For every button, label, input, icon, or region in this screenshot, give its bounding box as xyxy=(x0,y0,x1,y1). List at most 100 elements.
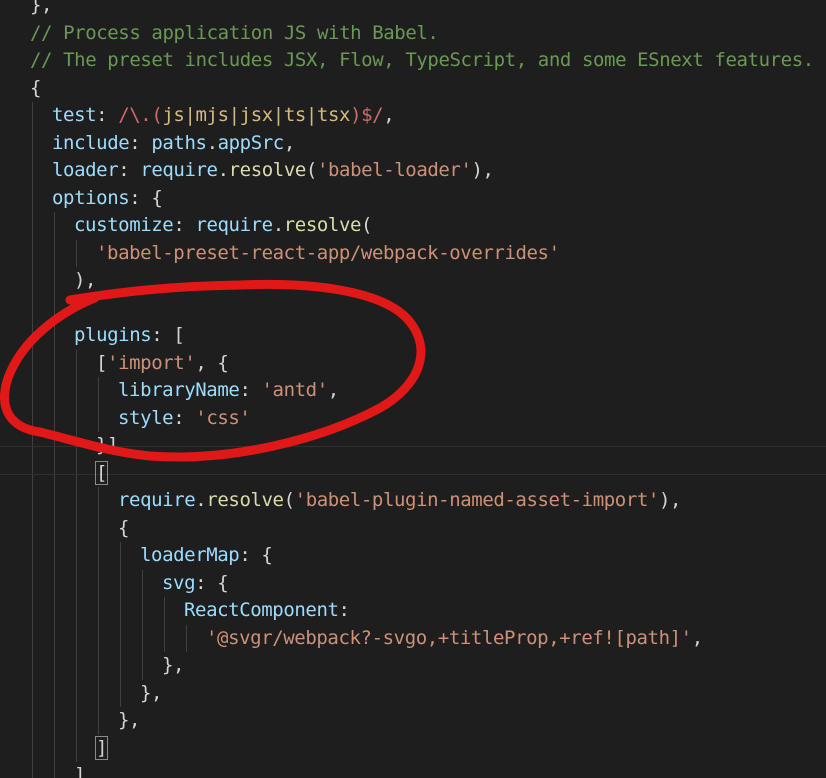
code-token: . xyxy=(206,131,218,154)
code-token: : [ xyxy=(151,324,185,346)
code-editor[interactable]: }, // Process application JS with Babel. /… xyxy=(0,0,826,778)
code-token: svg xyxy=(162,571,196,594)
code-line[interactable]: customize: require.resolve( xyxy=(74,212,372,240)
code-token: 'css' xyxy=(195,406,251,429)
code-line[interactable]: plugins: [ xyxy=(74,322,185,350)
code-line[interactable]: require.resolve('babel-plugin-named-asse… xyxy=(118,487,681,515)
code-token: . xyxy=(217,159,229,181)
code-token: // The preset includes JSX, Flow, TypeSc… xyxy=(30,49,814,71)
code-token: { xyxy=(30,76,42,99)
code-token: 'import' xyxy=(107,351,196,374)
code-token: include xyxy=(52,131,130,154)
code-line[interactable]: }, xyxy=(118,707,140,735)
code-token: '@svgr/webpack?-svgo,+titleProp,+ref![pa… xyxy=(206,626,692,649)
code-token: , xyxy=(691,626,703,649)
code-line[interactable]: ReactComponent: xyxy=(184,597,350,625)
code-line[interactable]: svg: { xyxy=(162,570,229,598)
indent-guide xyxy=(54,212,55,778)
code-token: : { xyxy=(129,186,163,209)
code-token: test xyxy=(52,104,97,126)
code-line[interactable]: // The preset includes JSX, Flow, TypeSc… xyxy=(30,47,814,75)
code-line[interactable]: [ xyxy=(94,460,109,488)
indent-guide xyxy=(76,239,77,267)
code-token: }, xyxy=(30,0,53,16)
code-token: customize xyxy=(74,214,174,236)
code-line[interactable]: ['import', { xyxy=(96,350,229,378)
code-line[interactable]: libraryName: 'antd', xyxy=(118,377,339,405)
code-token: , xyxy=(283,131,295,154)
code-token: 'babel-loader' xyxy=(316,159,472,181)
code-token: ), xyxy=(658,489,682,511)
code-token: : xyxy=(239,379,262,401)
code-token: , { xyxy=(195,351,229,374)
code-line[interactable]: 'babel-preset-react-app/webpack-override… xyxy=(96,240,560,268)
code-token: resolve xyxy=(283,214,362,236)
indent-guide xyxy=(120,542,121,707)
code-token: : xyxy=(118,159,141,181)
code-token: }], xyxy=(96,434,130,456)
code-token: : { xyxy=(239,544,273,566)
code-token: ( xyxy=(361,214,373,236)
code-token: : xyxy=(96,104,119,126)
code-token: ] xyxy=(94,735,109,760)
code-token: appSrc xyxy=(217,131,285,154)
indent-guide xyxy=(76,349,77,762)
code-line[interactable]: }, xyxy=(30,0,52,20)
code-line[interactable]: }, xyxy=(162,652,184,680)
code-token: . xyxy=(272,214,284,236)
code-token: : { xyxy=(195,571,229,594)
code-token: ( xyxy=(283,489,295,511)
code-token: ReactComponent xyxy=(184,599,339,621)
code-token: , xyxy=(327,379,339,401)
code-token: /\.( xyxy=(118,104,163,126)
code-token: libraryName xyxy=(118,379,240,401)
code-line[interactable]: ), xyxy=(74,267,96,295)
code-line[interactable]: options: { xyxy=(52,185,163,213)
code-token: plugins xyxy=(74,324,152,346)
code-token: 'antd' xyxy=(261,379,329,401)
code-line[interactable]: include: paths.appSrc, xyxy=(52,130,295,158)
code-token: }, xyxy=(162,654,185,676)
code-line[interactable]: ] xyxy=(94,735,109,763)
indent-guide xyxy=(98,377,99,432)
code-line[interactable]: { xyxy=(30,75,41,103)
code-token: 'babel-preset-react-app/webpack-override… xyxy=(96,241,560,264)
indent-guide xyxy=(142,569,143,680)
code-token: js|mjs|jsx|ts|tsx xyxy=(162,104,351,126)
code-token: resolve xyxy=(206,489,284,511)
code-token: [ xyxy=(94,460,109,485)
code-token: paths xyxy=(151,131,207,154)
code-token: [ xyxy=(96,351,108,374)
indent-guide xyxy=(186,624,187,652)
code-line[interactable]: loaderMap: { xyxy=(140,542,273,570)
code-line[interactable]: { xyxy=(118,515,129,543)
code-token: , xyxy=(383,104,395,126)
code-token: style xyxy=(118,406,174,429)
code-token: loader xyxy=(52,159,119,181)
code-token: resolve xyxy=(228,159,307,181)
code-line[interactable]: ], xyxy=(74,762,96,778)
code-line[interactable]: style: 'css' xyxy=(118,405,251,433)
code-token: { xyxy=(118,516,130,539)
code-token: require xyxy=(195,214,273,236)
code-token: : xyxy=(173,214,196,236)
code-token: : xyxy=(173,406,196,429)
code-line[interactable]: }], xyxy=(96,432,130,460)
code-token: )$/ xyxy=(350,104,384,126)
code-line[interactable]: loader: require.resolve('babel-loader'), xyxy=(52,157,494,185)
code-token: ], xyxy=(74,764,97,778)
indent-guide xyxy=(32,102,33,778)
code-token: 'babel-plugin-named-asset-import' xyxy=(294,489,660,511)
code-line[interactable]: }, xyxy=(140,680,162,708)
code-token: options xyxy=(52,186,130,209)
code-line[interactable]: test: /\.(js|mjs|jsx|ts|tsx)$/, xyxy=(52,102,395,130)
code-token: require xyxy=(140,159,218,181)
code-token: ), xyxy=(471,159,494,181)
code-token: ), xyxy=(74,269,97,291)
code-token: . xyxy=(195,489,207,511)
code-token: }, xyxy=(118,709,141,731)
code-line[interactable]: // Process application JS with Babel. xyxy=(30,20,439,48)
indent-guide xyxy=(98,487,99,735)
code-line[interactable]: '@svgr/webpack?-svgo,+titleProp,+ref![pa… xyxy=(206,625,703,653)
code-token: require xyxy=(118,489,196,511)
